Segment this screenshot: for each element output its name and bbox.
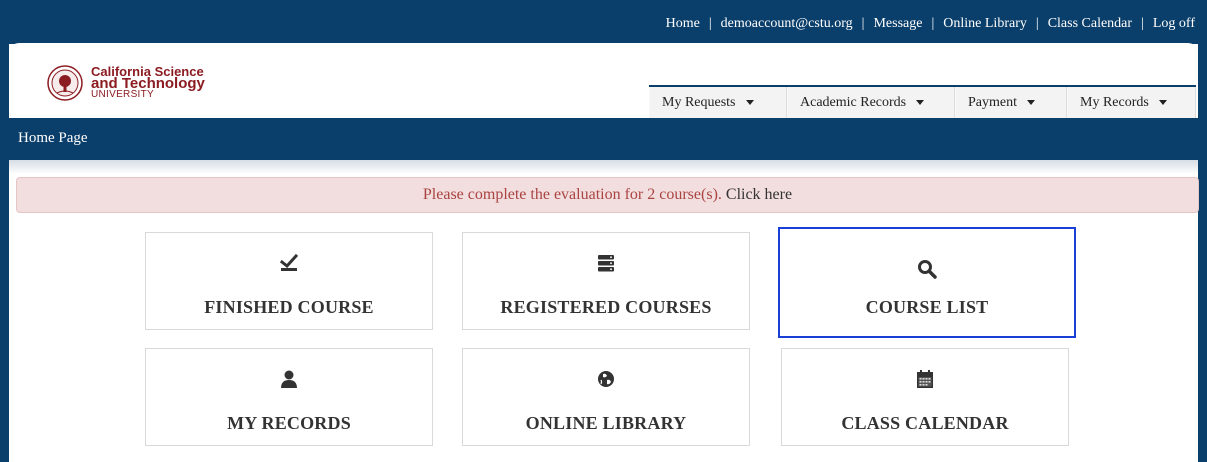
university-seal-icon bbox=[47, 65, 83, 101]
separator: | bbox=[708, 16, 712, 31]
home-link[interactable]: Home bbox=[666, 16, 700, 31]
menu-payment[interactable]: Payment bbox=[955, 87, 1067, 118]
evaluation-alert: Please complete the evaluation for 2 cou… bbox=[16, 177, 1199, 213]
header: California Science and Technology UNIVER… bbox=[9, 43, 1198, 119]
tile-label: ONLINE LIBRARY bbox=[525, 413, 687, 433]
separator: | bbox=[861, 16, 865, 31]
caret-down-icon bbox=[745, 100, 754, 106]
tile-label: FINISHED COURSE bbox=[204, 297, 374, 317]
tile-label: COURSE LIST bbox=[865, 297, 989, 317]
alert-message: Please complete the evaluation for 2 cou… bbox=[422, 186, 722, 203]
online-library-link[interactable]: Online Library bbox=[943, 16, 1027, 31]
caret-down-icon bbox=[916, 100, 925, 106]
tile-label: MY RECORDS bbox=[227, 413, 351, 433]
separator: | bbox=[1141, 16, 1144, 31]
account-link[interactable]: demoaccount@cstu.org bbox=[721, 16, 853, 31]
tile-online-library[interactable]: ONLINE LIBRARY bbox=[462, 348, 750, 446]
tile-label: REGISTERED COURSES bbox=[500, 297, 712, 317]
tile-registered-courses[interactable]: REGISTERED COURSES bbox=[462, 232, 750, 330]
main-menu: My Requests Academic Records Payment My … bbox=[649, 85, 1196, 119]
menu-my-requests[interactable]: My Requests bbox=[649, 87, 787, 118]
university-name-line2: and Technology bbox=[91, 75, 205, 92]
right-border bbox=[1198, 0, 1207, 462]
tile-course-list[interactable]: COURSE LIST bbox=[778, 227, 1076, 338]
page: Home | demoaccount@cstu.org | Message | Online… bbox=[0, 0, 1207, 462]
menu-academic-records[interactable]: Academic Records bbox=[787, 87, 955, 118]
log-off-link[interactable]: Log off bbox=[1153, 16, 1195, 31]
page-title-bar: Home Page bbox=[0, 118, 1207, 160]
tile-class-calendar[interactable]: CLASS CALENDAR bbox=[781, 348, 1069, 446]
caret-down-icon bbox=[1158, 100, 1167, 106]
title-bar-shadow bbox=[9, 160, 1198, 174]
calendar-icon bbox=[917, 370, 933, 388]
check-icon bbox=[279, 253, 299, 271]
separator: | bbox=[931, 16, 935, 31]
page-title: Home Page bbox=[18, 130, 88, 146]
tile-label: CLASS CALENDAR bbox=[841, 413, 1009, 433]
search-icon bbox=[918, 260, 937, 279]
menu-label: My Requests bbox=[662, 95, 736, 110]
tile-my-records[interactable]: MY RECORDS bbox=[145, 348, 433, 446]
menu-label: My Records bbox=[1080, 95, 1149, 110]
university-name: California Science and Technology UNIVER… bbox=[91, 65, 205, 100]
menu-label: Payment bbox=[968, 95, 1017, 110]
menu-label: Academic Records bbox=[800, 95, 907, 110]
separator: | bbox=[1035, 16, 1039, 31]
top-bar: Home | demoaccount@cstu.org | Message | Online… bbox=[0, 0, 1207, 44]
server-icon bbox=[598, 255, 614, 272]
user-icon bbox=[281, 370, 297, 388]
alert-click-here-link[interactable]: Click here bbox=[726, 186, 792, 203]
caret-down-icon bbox=[1027, 100, 1035, 106]
menu-my-records[interactable]: My Records bbox=[1067, 87, 1196, 118]
message-link[interactable]: Message bbox=[873, 16, 922, 31]
globe-icon bbox=[598, 371, 614, 387]
tile-finished-course[interactable]: FINISHED COURSE bbox=[145, 232, 433, 330]
left-border bbox=[0, 0, 9, 462]
class-calendar-link[interactable]: Class Calendar bbox=[1048, 16, 1132, 31]
top-links: Home | demoaccount@cstu.org | Message | Online… bbox=[666, 16, 1195, 32]
university-logo[interactable]: California Science and Technology UNIVER… bbox=[47, 65, 247, 101]
